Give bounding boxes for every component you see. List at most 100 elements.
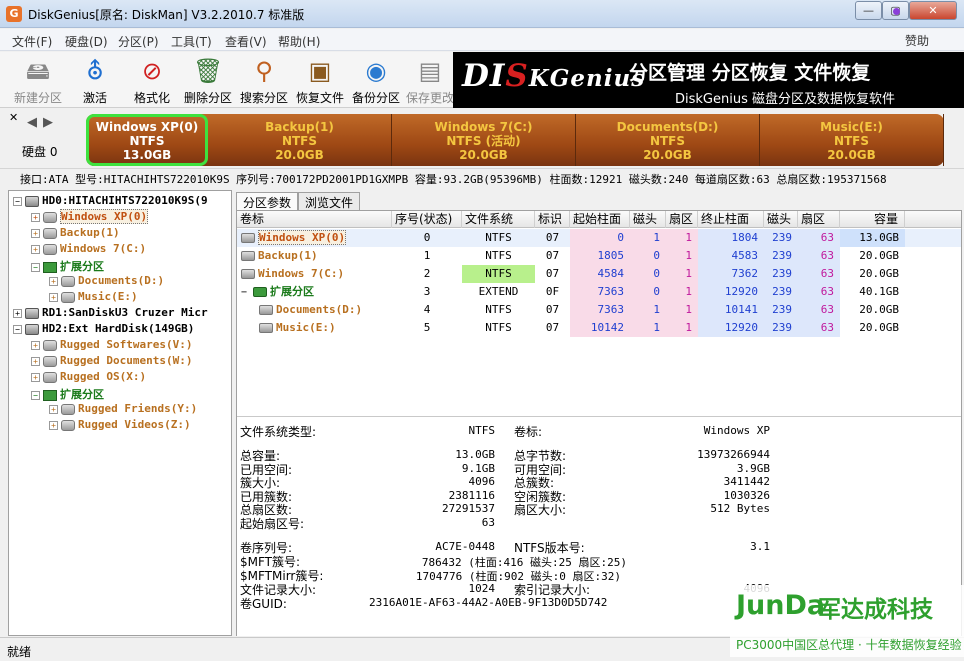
expand-toggle-icon[interactable]: +: [49, 276, 58, 286]
expand-toggle-icon[interactable]: −: [13, 196, 22, 206]
column-header[interactable]: 扇区: [666, 211, 698, 228]
tree-node[interactable]: − HD0:HITACHIHTS722010K9S(9: [13, 194, 208, 210]
tab-browse-files[interactable]: 浏览文件: [298, 192, 361, 210]
menu-disk[interactable]: 硬盘(D): [65, 33, 108, 50]
toolbar-trash-button[interactable]: 🗑 删除分区: [180, 54, 236, 106]
tree-node[interactable]: + Backup(1): [31, 226, 120, 242]
partition-icon: [241, 233, 255, 243]
menu-partition[interactable]: 分区(P): [118, 33, 159, 50]
expand-toggle-icon[interactable]: +: [49, 420, 58, 430]
donate-button[interactable]: 赞助: [905, 32, 929, 49]
toolbar-label: 删除分区: [183, 91, 232, 105]
toolbar-activate-button[interactable]: ⛢ 激活: [67, 54, 123, 106]
table-cell: 0: [570, 229, 630, 247]
partition-icon: [61, 291, 75, 303]
close-icon[interactable]: ✕: [9, 111, 18, 124]
serial-value: AC7E-0448: [435, 540, 495, 553]
partition-segment[interactable]: Backup(1) NTFS 20.0GB: [208, 114, 392, 166]
detail-label: 起始扇区号:: [240, 517, 305, 531]
column-header[interactable]: 磁头: [764, 211, 798, 228]
column-header[interactable]: 终止柱面: [698, 211, 764, 228]
table-cell: 4584: [570, 265, 630, 283]
tree-node[interactable]: − 扩展分区: [31, 386, 104, 402]
tree-node[interactable]: + Music(E:): [49, 290, 138, 306]
expand-toggle-icon[interactable]: +: [31, 340, 40, 350]
column-header[interactable]: 容量: [840, 211, 905, 228]
expand-toggle-icon[interactable]: +: [13, 308, 22, 318]
tree-node[interactable]: + Windows 7(C:): [31, 242, 146, 258]
table-cell: 5: [423, 321, 431, 334]
toolbar-backup-disc-button[interactable]: ◉ 备份分区: [348, 54, 404, 106]
table-row[interactable]: Documents(D:) 4 NTFS 07 7363 1 1 10141 239 63 20.0…: [237, 301, 961, 319]
tree-node[interactable]: − HD2:Ext HardDisk(149GB): [13, 322, 194, 338]
column-header[interactable]: 文件系统: [462, 211, 535, 228]
toolbar-format-button[interactable]: ⊘ 格式化: [124, 54, 180, 106]
tree-node[interactable]: + Rugged OS(X:): [31, 370, 146, 386]
table-row[interactable]: Windows 7(C:) 2 NTFS 07 4584 0 1 7362 239 63 20.0G…: [237, 265, 961, 283]
table-row[interactable]: Music(E:) 5 NTFS 07 10142 1 1 12920 239 63 20.0GB: [237, 319, 961, 337]
table-cell: 239: [764, 301, 798, 319]
expand-toggle-icon[interactable]: −: [13, 324, 22, 334]
expand-toggle-icon[interactable]: −: [31, 262, 40, 272]
segment-fs: NTFS: [129, 134, 165, 148]
partition-segment[interactable]: Windows 7(C:) NTFS (活动) 20.0GB: [392, 114, 576, 166]
minimize-button[interactable]: —: [855, 1, 882, 20]
expand-toggle-icon[interactable]: +: [31, 244, 40, 254]
menu-file[interactable]: 文件(F): [12, 33, 52, 50]
column-header[interactable]: 卷标: [237, 211, 392, 228]
partition-icon: [43, 339, 57, 351]
partition-icon: [43, 355, 57, 367]
column-header[interactable]: 磁头: [630, 211, 666, 228]
toolbar-save-button[interactable]: ▤ 保存更改: [402, 54, 458, 106]
tree-node[interactable]: + Rugged Friends(Y:): [49, 402, 197, 418]
expand-toggle-icon[interactable]: +: [31, 228, 40, 238]
table-row[interactable]: Backup(1) 1 NTFS 07 1805 0 1 4583 239 63 20.0GB: [237, 247, 961, 265]
menu-help[interactable]: 帮助(H): [278, 33, 320, 50]
expand-toggle-icon[interactable]: +: [49, 404, 58, 414]
column-header[interactable]: 扇区: [798, 211, 840, 228]
toolbar-magnifier-button[interactable]: ⚲ 搜索分区: [236, 54, 292, 106]
expand-toggle-icon[interactable]: +: [31, 372, 40, 382]
menu-tools[interactable]: 工具(T): [171, 33, 212, 50]
partition-icon: [61, 403, 75, 415]
table-row[interactable]: − 扩展分区 3 EXTEND 0F 7363 0 1 12920 239 63 40.1GB: [237, 283, 961, 301]
tab-partition-params[interactable]: 分区参数: [236, 192, 299, 210]
close-button[interactable]: ✕: [909, 1, 957, 20]
expand-toggle-icon[interactable]: +: [31, 212, 40, 222]
tree-node[interactable]: + Documents(D:): [49, 274, 164, 290]
tree-node[interactable]: + Rugged Documents(W:): [31, 354, 192, 370]
partition-table: Windows XP(0) 0 NTFS 07 0 1 1 1804 239 63 13.0GB Ba…: [237, 229, 961, 415]
column-header[interactable]: 起始柱面: [570, 211, 630, 228]
expand-toggle-icon[interactable]: +: [49, 292, 58, 302]
expand-toggle-icon[interactable]: −: [31, 390, 40, 400]
partition-segment[interactable]: Windows XP(0) NTFS 13.0GB: [86, 114, 208, 166]
partition-segment[interactable]: Music(E:) NTFS 20.0GB: [760, 114, 944, 166]
toolbar-drive-button[interactable]: 🖴 新建分区: [10, 54, 66, 106]
tree-node[interactable]: + Windows XP(0): [31, 209, 149, 226]
column-header[interactable]: 标识: [535, 211, 570, 228]
toolbar-recover-box-button[interactable]: ▣ 恢复文件: [292, 54, 348, 106]
segment-name: Windows XP(0): [95, 120, 199, 134]
column-header[interactable]: 序号(状态): [392, 211, 462, 228]
table-cell: 40.1GB: [859, 285, 899, 298]
expand-toggle-icon[interactable]: +: [31, 356, 40, 366]
table-row[interactable]: Windows XP(0) 0 NTFS 07 0 1 1 1804 239 63 13.0GB: [237, 229, 961, 247]
partition-segment[interactable]: Documents(D:) NTFS 20.0GB: [576, 114, 760, 166]
partition-icon: [43, 371, 57, 383]
tree-node[interactable]: + RD1:SanDiskU3 Cruzer Micr: [13, 306, 208, 322]
tree-node-label: RD1:SanDiskU3 Cruzer Micr: [42, 306, 208, 319]
tree-node[interactable]: + Rugged Videos(Z:): [49, 418, 191, 434]
partition-icon: [241, 269, 255, 279]
toolbar-label: 激活: [82, 91, 107, 105]
segment-name: Backup(1): [265, 120, 334, 134]
prev-disk-icon[interactable]: ◀: [27, 115, 37, 130]
expand-toggle-icon[interactable]: −: [241, 287, 253, 298]
tree-node-label: Rugged Friends(Y:): [78, 402, 198, 415]
tree-node[interactable]: + Rugged Softwares(V:): [31, 338, 192, 354]
tree-node[interactable]: − 扩展分区: [31, 258, 104, 274]
banner-subtitle: DiskGenius 磁盘分区及数据恢复软件: [675, 92, 895, 107]
menu-view[interactable]: 查看(V): [225, 33, 267, 50]
next-disk-icon[interactable]: ▶: [43, 115, 53, 130]
partition-icon: [61, 275, 75, 287]
partition-panel: 卷标 序号(状态) 文件系统 标识 起始柱面 磁头 扇区 终止柱面 磁头 扇区 容量 Windows…: [236, 210, 962, 636]
